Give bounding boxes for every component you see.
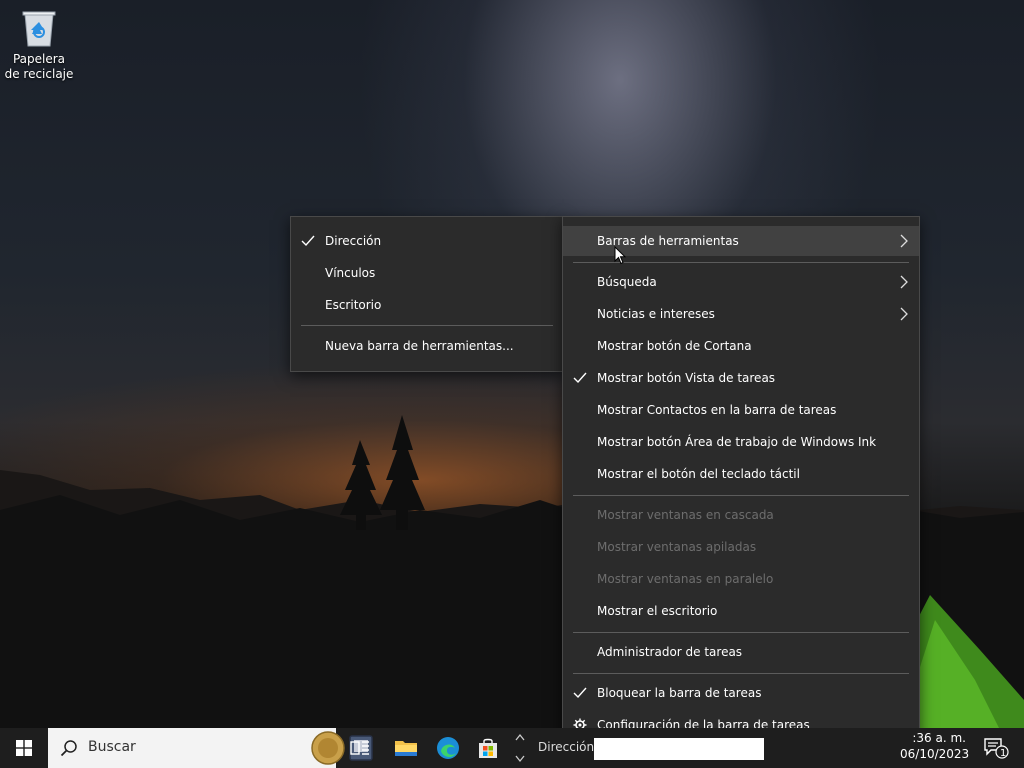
menu-item-touch-keyboard[interactable]: Mostrar el botón del teclado táctil: [563, 459, 919, 489]
taskbar[interactable]: Buscar Dirección:36 a. m. 06/10/2023 1: [0, 728, 1024, 768]
mouse-cursor-icon: [614, 246, 626, 265]
menu-item-cascade-windows: Mostrar ventanas en cascada: [597, 508, 774, 522]
address-toolbar-label: Dirección: [538, 740, 595, 754]
chevron-right-icon: [900, 234, 908, 248]
toolbar-scroll-buttons[interactable]: [512, 728, 528, 768]
menu-item-contacts[interactable]: Mostrar Contactos en la barra de tareas: [563, 395, 919, 425]
start-button[interactable]: [0, 728, 48, 768]
taskbar-context-menu: Barras de herramientas Búsqueda Noticias…: [562, 216, 920, 750]
menu-item-side-by-side-windows: Mostrar ventanas en paralelo: [597, 572, 774, 586]
menu-separator: [573, 632, 909, 633]
taskbar-store[interactable]: [468, 728, 508, 768]
notification-count: 1: [1000, 748, 1007, 759]
menu-item-task-view-button[interactable]: Mostrar botón Vista de tareas: [563, 363, 919, 393]
submenu-item-vinculos[interactable]: Vínculos: [291, 258, 563, 288]
submenu-item-escritorio[interactable]: Escritorio: [291, 290, 563, 320]
submenu-item-new-toolbar[interactable]: Nueva barra de herramientas...: [291, 331, 563, 361]
chevron-right-icon: [900, 275, 908, 289]
search-placeholder: Buscar: [88, 739, 136, 755]
check-icon: [573, 687, 587, 699]
menu-item-stacked-windows: Mostrar ventanas apiladas: [597, 540, 757, 554]
clock-date: 06/10/2023: [900, 747, 970, 761]
folder-icon: [395, 741, 417, 756]
menu-item-lock-taskbar[interactable]: Bloquear la barra de tareas: [563, 678, 919, 708]
recycle-bin-icon: [21, 6, 57, 48]
menu-item-windows-ink[interactable]: Mostrar botón Área de trabajo de Windows…: [563, 427, 919, 457]
task-view-icon: [350, 741, 369, 755]
chevron-down-icon[interactable]: [515, 755, 525, 763]
taskbar-clock[interactable]: :36 a. m. 06/10/2023: [900, 730, 970, 762]
taskbar-file-explorer[interactable]: [386, 728, 426, 768]
search-icon: [60, 740, 77, 757]
menu-item-search[interactable]: Búsqueda: [563, 267, 919, 297]
windows-logo-icon: [16, 740, 32, 756]
search-box[interactable]: Buscar: [48, 728, 373, 768]
menu-separator: [301, 325, 553, 326]
action-center-button[interactable]: 1: [972, 728, 1020, 768]
check-icon: [301, 235, 315, 247]
store-icon: [479, 738, 497, 758]
menu-separator: [573, 495, 909, 496]
task-view-button[interactable]: [340, 728, 380, 768]
edge-browser-icon: [437, 737, 459, 759]
check-icon: [573, 372, 587, 384]
taskbar-edge[interactable]: [428, 728, 468, 768]
clock-time: :36 a. m.: [912, 731, 966, 745]
menu-item-cortana-button[interactable]: Mostrar botón de Cortana: [563, 331, 919, 361]
address-input[interactable]: [594, 738, 764, 760]
menu-item-show-desktop[interactable]: Mostrar el escritorio: [563, 596, 919, 626]
submenu-item-direccion[interactable]: Dirección: [291, 226, 563, 256]
chevron-up-icon[interactable]: [515, 733, 525, 741]
desktop-icon-recycle-bin[interactable]: Papelera de reciclaje: [4, 6, 74, 82]
menu-item-news-interests[interactable]: Noticias e intereses: [563, 299, 919, 329]
desktop-icon-label: Papelera de reciclaje: [4, 52, 74, 81]
toolbars-submenu: Dirección Vínculos Escritorio Nueva barr…: [290, 216, 564, 372]
chevron-right-icon: [900, 307, 908, 321]
menu-item-task-manager[interactable]: Administrador de tareas: [563, 637, 919, 667]
menu-separator: [573, 673, 909, 674]
